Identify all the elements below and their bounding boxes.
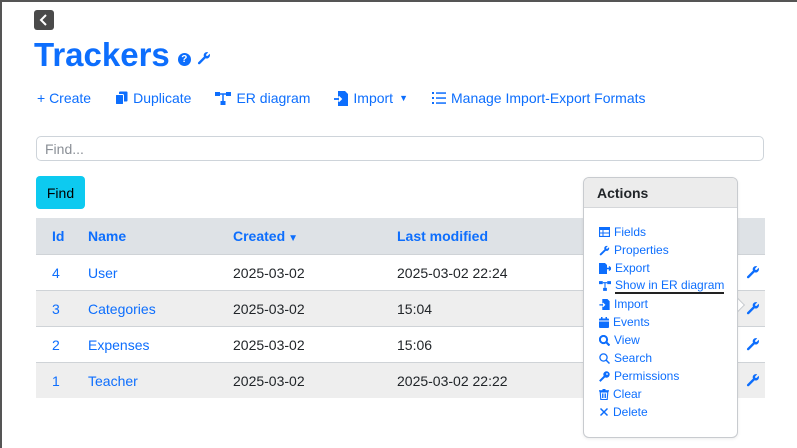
copy-icon bbox=[115, 91, 128, 105]
row-last-modified: 2025-03-02 22:22 bbox=[397, 373, 508, 389]
key-icon bbox=[599, 370, 610, 382]
search-icon bbox=[599, 352, 610, 364]
row-id-link[interactable]: 4 bbox=[52, 255, 60, 291]
row-created: 2025-03-02 bbox=[233, 373, 305, 389]
row-created: 2025-03-02 bbox=[233, 301, 305, 317]
action-show-in-er-diagram[interactable]: Show in ER diagram bbox=[599, 277, 737, 295]
magnify-icon bbox=[599, 334, 610, 346]
wrench-icon[interactable] bbox=[197, 51, 211, 65]
wrench-icon[interactable] bbox=[746, 265, 760, 282]
duplicate-label: Duplicate bbox=[133, 90, 192, 106]
actions-title: Actions bbox=[584, 178, 737, 208]
file-export-icon bbox=[599, 262, 611, 274]
action-export[interactable]: Export bbox=[599, 259, 737, 277]
page-title: Trackers bbox=[34, 36, 170, 73]
file-import-icon bbox=[599, 298, 610, 310]
row-name-link[interactable]: Teacher bbox=[88, 363, 138, 399]
column-header-created[interactable]: Created ▼ bbox=[233, 218, 298, 254]
search-input[interactable] bbox=[36, 136, 764, 161]
action-events[interactable]: Events bbox=[599, 313, 737, 331]
caret-down-icon: ▼ bbox=[399, 93, 408, 103]
column-header-name[interactable]: Name bbox=[88, 218, 126, 254]
row-id-link[interactable]: 2 bbox=[52, 327, 60, 363]
row-name-link[interactable]: Categories bbox=[88, 291, 156, 327]
row-last-modified: 15:06 bbox=[397, 337, 433, 353]
row-created: 2025-03-02 bbox=[233, 337, 305, 353]
table-icon bbox=[599, 227, 610, 237]
action-label: Clear bbox=[613, 387, 642, 401]
row-created: 2025-03-02 bbox=[233, 265, 305, 281]
file-import-icon bbox=[334, 90, 349, 106]
action-label: Permissions bbox=[614, 369, 680, 383]
actions-list: Fields Properties Export Show in ER diag… bbox=[584, 208, 737, 421]
action-properties[interactable]: Properties bbox=[599, 241, 737, 259]
row-id-link[interactable]: 3 bbox=[52, 291, 60, 327]
action-view[interactable]: View bbox=[599, 331, 737, 349]
list-icon bbox=[432, 92, 446, 104]
column-header-last-modified[interactable]: Last modified bbox=[397, 218, 488, 254]
action-label: Import bbox=[614, 297, 649, 311]
action-label: Events bbox=[613, 315, 650, 329]
manage-formats-button[interactable]: Manage Import-Export Formats bbox=[432, 90, 646, 106]
toolbar: + Create Duplicate ER diagram Import ▼ M… bbox=[37, 90, 670, 106]
diagram-icon bbox=[599, 281, 611, 291]
wrench-icon[interactable] bbox=[746, 373, 760, 390]
sort-desc-icon: ▼ bbox=[288, 233, 299, 244]
column-header-id[interactable]: Id bbox=[52, 218, 64, 254]
trash-icon bbox=[599, 388, 609, 400]
row-last-modified: 15:04 bbox=[397, 301, 433, 317]
action-fields[interactable]: Fields bbox=[599, 223, 737, 241]
import-dropdown[interactable]: Import ▼ bbox=[334, 90, 408, 106]
action-clear[interactable]: Clear bbox=[599, 385, 737, 403]
calendar-icon bbox=[599, 316, 609, 328]
duplicate-button[interactable]: Duplicate bbox=[115, 90, 191, 106]
action-label: View bbox=[614, 333, 640, 347]
window-frame-top bbox=[0, 0, 797, 2]
actions-popover: Actions Fields Properties Export Show in… bbox=[583, 177, 738, 438]
action-search[interactable]: Search bbox=[599, 349, 737, 367]
wrench-icon[interactable] bbox=[746, 337, 760, 354]
action-label: Properties bbox=[614, 243, 669, 257]
row-id-link[interactable]: 1 bbox=[52, 363, 60, 399]
action-delete[interactable]: Delete bbox=[599, 403, 737, 421]
action-permissions[interactable]: Permissions bbox=[599, 367, 737, 385]
row-name-link[interactable]: User bbox=[88, 255, 118, 291]
window-frame-left bbox=[0, 0, 2, 448]
row-name-link[interactable]: Expenses bbox=[88, 327, 149, 363]
row-last-modified: 2025-03-02 22:24 bbox=[397, 265, 508, 281]
er-diagram-button[interactable]: ER diagram bbox=[215, 90, 310, 106]
title-row: Trackers ? bbox=[34, 36, 211, 74]
import-label: Import bbox=[353, 90, 394, 106]
x-icon bbox=[599, 407, 609, 417]
wrench-icon bbox=[599, 245, 610, 255]
created-header-label: Created bbox=[233, 228, 286, 244]
action-label: Show in ER diagram bbox=[615, 278, 725, 294]
action-label: Search bbox=[614, 351, 653, 365]
action-label: Fields bbox=[614, 225, 647, 239]
find-button[interactable]: Find bbox=[36, 176, 85, 209]
diagram-icon bbox=[215, 91, 232, 105]
action-label: Delete bbox=[613, 405, 648, 419]
create-button[interactable]: + Create bbox=[37, 90, 91, 106]
wrench-icon[interactable] bbox=[746, 301, 760, 318]
manage-formats-label: Manage Import-Export Formats bbox=[451, 90, 646, 106]
chevron-left-icon bbox=[39, 14, 47, 26]
action-import[interactable]: Import bbox=[599, 295, 737, 313]
action-label: Export bbox=[615, 261, 650, 275]
create-label: + Create bbox=[37, 90, 92, 106]
back-button[interactable] bbox=[34, 10, 54, 30]
er-diagram-label: ER diagram bbox=[236, 90, 311, 106]
help-icon[interactable]: ? bbox=[177, 52, 191, 66]
